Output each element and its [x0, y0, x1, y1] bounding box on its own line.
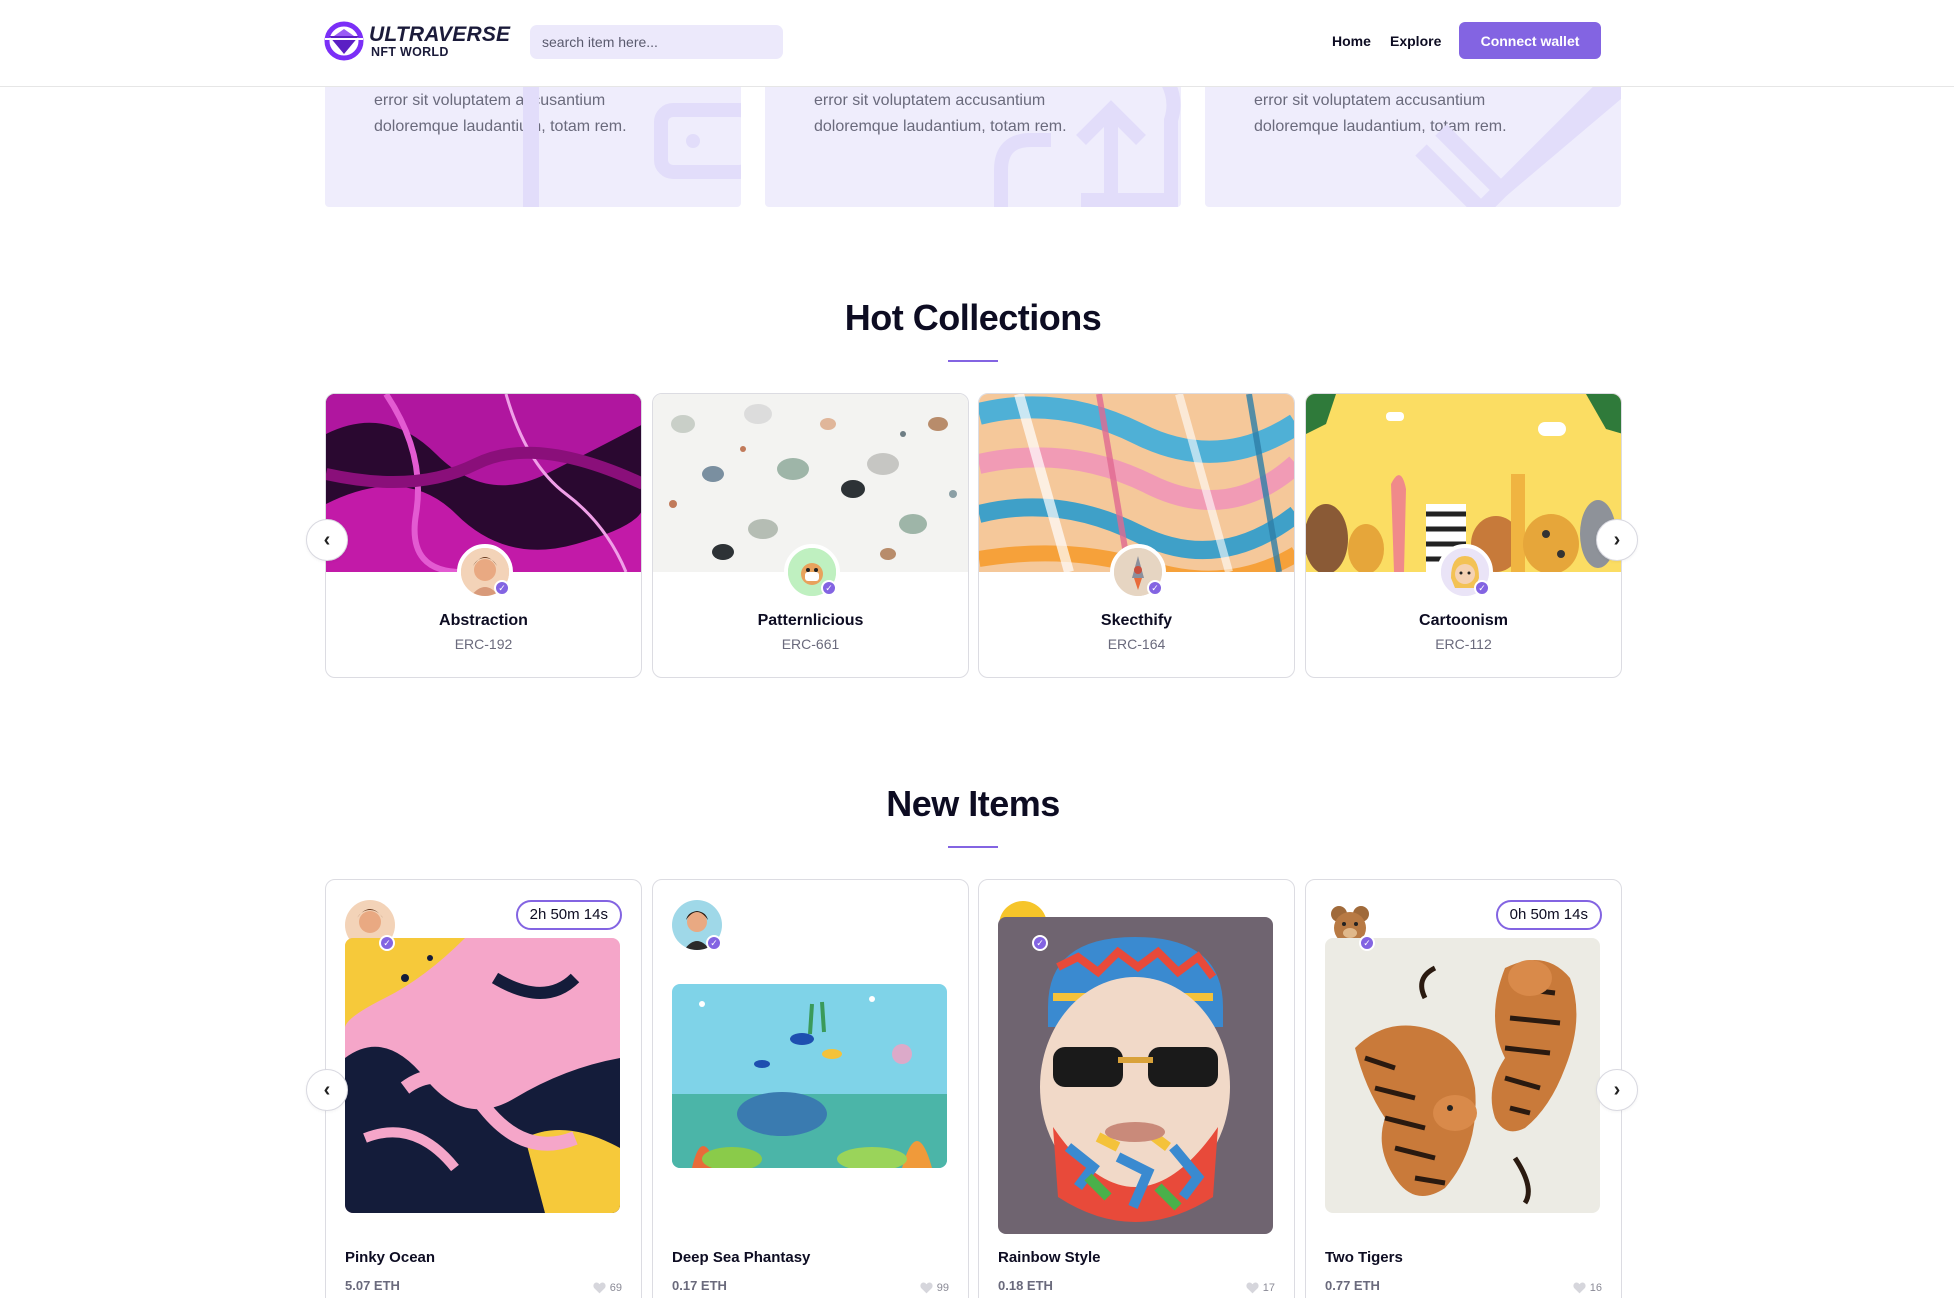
nft-title[interactable]: Deep Sea Phantasy	[672, 1249, 810, 1266]
like-count: 17	[1262, 1282, 1275, 1294]
collection-code: ERC-661	[781, 636, 840, 652]
collection-name[interactable]: Patternlicious	[653, 612, 968, 630]
heart-icon	[1573, 1282, 1586, 1294]
connect-wallet-button[interactable]: Connect wallet	[1459, 22, 1601, 59]
hot-collections-title: Hot Collections	[844, 297, 1102, 338]
site-header: ULTRAVERSE NFT WORLD Home Explore Connec…	[0, 0, 1954, 87]
collection-code: ERC-112	[1435, 636, 1492, 652]
nft-artwork-image[interactable]	[1325, 938, 1600, 1213]
logo-text: ULTRAVERSE NFT WORLD	[369, 24, 510, 59]
nft-item-card[interactable]: ✓ 2h 50m 14s Pinky Ocean 5.07 ETH 69	[325, 879, 642, 1298]
verified-check-icon: ✓	[706, 935, 722, 951]
nft-price: 0.77 ETH	[1325, 1278, 1380, 1293]
like-button[interactable]: 99	[920, 1282, 949, 1294]
collection-card[interactable]: ✓ Patternlicious ERC-661	[652, 393, 969, 678]
verified-check-icon: ✓	[1359, 935, 1375, 951]
verified-check-icon: ✓	[379, 935, 395, 951]
nft-artwork-image[interactable]	[345, 938, 620, 1213]
nft-price: 5.07 ETH	[345, 1278, 400, 1293]
collection-card[interactable]: ✓ Cartoonism ERC-112	[1305, 393, 1622, 678]
logo-icon	[323, 20, 367, 62]
collection-name[interactable]: Cartoonism	[1306, 612, 1621, 630]
new-items-title: New Items	[886, 783, 1060, 824]
nft-price: 0.17 ETH	[672, 1278, 727, 1293]
search-input[interactable]	[530, 25, 783, 59]
logo[interactable]: ULTRAVERSE NFT WORLD	[323, 20, 510, 62]
like-button[interactable]: 69	[593, 1282, 622, 1294]
like-count: 99	[936, 1282, 949, 1294]
logo-line2: NFT WORLD	[371, 44, 449, 59]
nft-title[interactable]: Two Tigers	[1325, 1249, 1403, 1266]
countdown-timer: 0h 50m 14s	[1495, 900, 1602, 930]
collection-name[interactable]: Abstraction	[326, 612, 641, 630]
nft-title[interactable]: Rainbow Style	[998, 1249, 1101, 1266]
like-button[interactable]: 17	[1246, 1282, 1275, 1294]
verified-check-icon: ✓	[1147, 580, 1163, 596]
like-count: 69	[609, 1282, 622, 1294]
verified-check-icon: ✓	[821, 580, 837, 596]
collection-name[interactable]: Skecthify	[979, 612, 1294, 630]
nav-home[interactable]: Home	[1332, 33, 1371, 49]
nft-item-card[interactable]: ✓ Deep Sea Phantasy 0.17 ETH 99	[652, 879, 969, 1298]
new-items-prev-button[interactable]: ‹	[306, 1069, 348, 1111]
hot-collections-next-button[interactable]: ›	[1596, 519, 1638, 561]
collection-code: ERC-164	[1107, 636, 1166, 652]
nft-title[interactable]: Pinky Ocean	[345, 1249, 435, 1266]
verified-check-icon: ✓	[1474, 580, 1490, 596]
hot-collections-prev-button[interactable]: ‹	[306, 519, 348, 561]
new-items-next-button[interactable]: ›	[1596, 1069, 1638, 1111]
like-count: 16	[1589, 1282, 1602, 1294]
collection-card[interactable]: ✓ Skecthify ERC-164	[978, 393, 1295, 678]
like-button[interactable]: 16	[1573, 1282, 1602, 1294]
nft-item-card[interactable]: ✓ Rainbow Style 0.18 ETH 17	[978, 879, 1295, 1298]
collection-card[interactable]: ✓ Abstraction ERC-192	[325, 393, 642, 678]
heart-icon	[593, 1282, 606, 1294]
section-divider	[948, 846, 998, 848]
nft-artwork-image[interactable]	[998, 917, 1273, 1234]
countdown-timer: 2h 50m 14s	[515, 900, 622, 930]
section-divider	[948, 360, 998, 362]
nft-price: 0.18 ETH	[998, 1278, 1053, 1293]
verified-check-icon: ✓	[1032, 935, 1048, 951]
nft-artwork-image[interactable]	[672, 984, 947, 1168]
heart-icon	[920, 1282, 933, 1294]
verified-check-icon: ✓	[494, 580, 510, 596]
nav-explore[interactable]: Explore	[1390, 33, 1441, 49]
logo-line1: ULTRAVERSE	[369, 22, 511, 46]
collection-code: ERC-192	[454, 636, 513, 652]
nft-item-card[interactable]: ✓ 0h 50m 14s Two Tigers 0.77 ETH 16	[1305, 879, 1622, 1298]
heart-icon	[1246, 1282, 1259, 1294]
